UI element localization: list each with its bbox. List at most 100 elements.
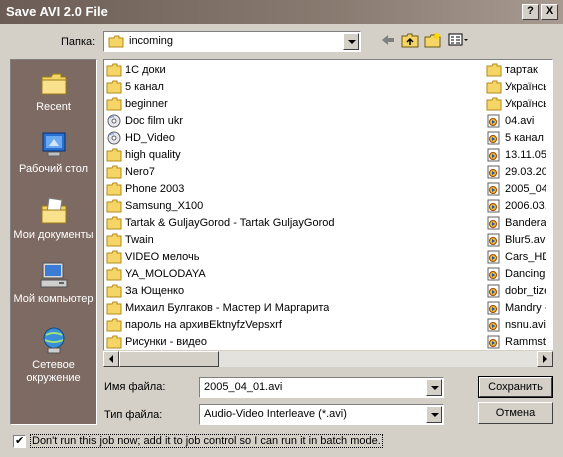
folder-icon: [486, 97, 502, 110]
folder-icon: [106, 182, 122, 195]
avi-file-icon: [487, 165, 500, 178]
batch-checkbox-label[interactable]: Don't run this job now; add it to job co…: [30, 434, 383, 448]
horizontal-scrollbar[interactable]: [103, 350, 553, 367]
place-network[interactable]: Сетевое окружение: [11, 326, 96, 385]
my-computer-icon: [40, 262, 67, 288]
file-name: Phone 2003: [125, 182, 185, 195]
list-item[interactable]: 2005_04_: [486, 180, 546, 197]
list-item[interactable]: 5 канал -: [486, 129, 546, 146]
place-desktop-label: Рабочий стол: [18, 163, 89, 175]
folder-icon: [106, 250, 122, 263]
list-item[interactable]: nsnu.avi: [486, 316, 546, 333]
file-name: Tartak & GuljayGorod - Tartak GuljayGoro…: [125, 216, 335, 229]
lookin-value: incoming: [129, 35, 174, 47]
list-item[interactable]: Bandera.a: [486, 214, 546, 231]
avi-file-icon: [487, 267, 500, 280]
file-name: beginner: [125, 97, 168, 110]
place-computer[interactable]: Мой компьютер: [11, 260, 96, 306]
new-folder-icon[interactable]: [424, 31, 442, 48]
list-item[interactable]: 2006.03.2: [486, 197, 546, 214]
folder-icon: [486, 80, 502, 93]
list-item[interactable]: 5 канал: [106, 78, 486, 95]
cancel-button[interactable]: Отмена: [478, 402, 553, 424]
list-item[interactable]: Cars_HD_: [486, 248, 546, 265]
list-item[interactable]: 13.11.05_: [486, 146, 546, 163]
help-button[interactable]: ?: [522, 4, 539, 20]
up-folder-icon[interactable]: [401, 32, 419, 48]
list-item[interactable]: пароль на архивEktnyfzVepsxrf: [106, 316, 486, 333]
file-name: 13.11.05_: [505, 148, 546, 161]
file-name: VIDEO мелочь: [125, 250, 200, 263]
my-documents-icon: [41, 197, 66, 224]
list-item[interactable]: high quality: [106, 146, 486, 163]
place-documents[interactable]: Мои документы: [11, 196, 96, 242]
file-name: 29.03.200: [505, 165, 546, 178]
file-name: 2006.03.2: [505, 199, 546, 212]
avi-file-icon: [487, 250, 500, 263]
list-item[interactable]: Українсь: [486, 95, 546, 112]
avi-file-icon: [487, 131, 500, 144]
list-item[interactable]: dobr_tizer: [486, 282, 546, 299]
chevron-down-icon[interactable]: [426, 406, 442, 423]
avi-file-icon: [487, 114, 500, 127]
scroll-left-button[interactable]: [103, 351, 119, 367]
list-item[interactable]: За Ющенко: [106, 282, 486, 299]
view-menu-icon[interactable]: [448, 33, 470, 47]
list-item[interactable]: YA_MOLODAYA: [106, 265, 486, 282]
list-item[interactable]: Samsung_X100: [106, 197, 486, 214]
file-name: Mandry - I: [505, 301, 546, 314]
folder-icon: [106, 97, 122, 110]
list-item[interactable]: Українсь: [486, 78, 546, 95]
list-item[interactable]: 29.03.200: [486, 163, 546, 180]
file-list[interactable]: 1С доки 5 канал beginner Doc film ukr HD_Vid…: [103, 59, 553, 367]
scroll-right-button[interactable]: [537, 351, 553, 367]
list-item[interactable]: Rammstei: [486, 333, 546, 350]
title-bar[interactable]: Save AVI 2.0 File ? X: [0, 0, 563, 24]
filename-input[interactable]: 2005_04_01.avi: [199, 377, 444, 398]
file-name: Українсь: [505, 97, 546, 110]
list-item[interactable]: Рисунки - видео: [106, 333, 486, 350]
file-name: YA_MOLODAYA: [125, 267, 206, 280]
batch-checkbox[interactable]: [13, 434, 26, 448]
filename-label: Имя файла:: [104, 381, 166, 393]
close-button[interactable]: X: [541, 4, 558, 20]
place-recent[interactable]: Recent: [11, 68, 96, 114]
list-item[interactable]: Doc film ukr: [106, 112, 486, 129]
list-item[interactable]: Mandry - I: [486, 299, 546, 316]
save-button[interactable]: Сохранить: [478, 376, 553, 398]
folder-icon: [108, 35, 124, 48]
file-name: Михаил Булгаков - Мастер И Маргарита: [125, 301, 330, 314]
list-item[interactable]: Nero7: [106, 163, 486, 180]
list-item[interactable]: beginner: [106, 95, 486, 112]
folder-icon: [486, 63, 502, 76]
file-name: Cars_HD_: [505, 250, 546, 263]
filetype-value: Audio-Video Interleave (*.avi): [204, 408, 347, 420]
back-arrow-icon[interactable]: [380, 33, 396, 47]
scrollbar-thumb[interactable]: [119, 351, 219, 367]
list-item[interactable]: тартак: [486, 61, 546, 78]
list-item[interactable]: Михаил Булгаков - Мастер И Маргарита: [106, 299, 486, 316]
chevron-down-icon[interactable]: [426, 379, 442, 396]
place-desktop[interactable]: Рабочий стол: [11, 130, 96, 176]
list-item[interactable]: Tartak & GuljayGorod - Tartak GuljayGoro…: [106, 214, 486, 231]
list-item[interactable]: Blur5.avi: [486, 231, 546, 248]
list-item[interactable]: VIDEO мелочь: [106, 248, 486, 265]
arrow-right-icon: [543, 355, 547, 363]
filetype-label: Тип файла:: [104, 409, 163, 421]
filetype-select[interactable]: Audio-Video Interleave (*.avi): [199, 404, 444, 425]
file-column-1: 1С доки 5 канал beginner Doc film ukr HD_Vid…: [106, 61, 486, 350]
list-item[interactable]: HD_Video: [106, 129, 486, 146]
avi-file-icon: [487, 335, 500, 348]
folder-icon: [106, 267, 122, 280]
recent-folder-icon: [41, 73, 66, 95]
list-item[interactable]: Twain: [106, 231, 486, 248]
file-name: 04.avi: [505, 114, 535, 127]
list-item[interactable]: Phone 2003: [106, 180, 486, 197]
list-item[interactable]: Dancing I: [486, 265, 546, 282]
list-item[interactable]: 04.avi: [486, 112, 546, 129]
list-item[interactable]: 1С доки: [106, 61, 486, 78]
chevron-down-icon[interactable]: [343, 33, 359, 50]
file-name: dobr_tizer: [505, 284, 546, 297]
file-column-2: тартак Українсь Українсь 04.avi 5 канал - 13.…: [486, 61, 546, 350]
lookin-combo[interactable]: incoming: [103, 31, 361, 52]
